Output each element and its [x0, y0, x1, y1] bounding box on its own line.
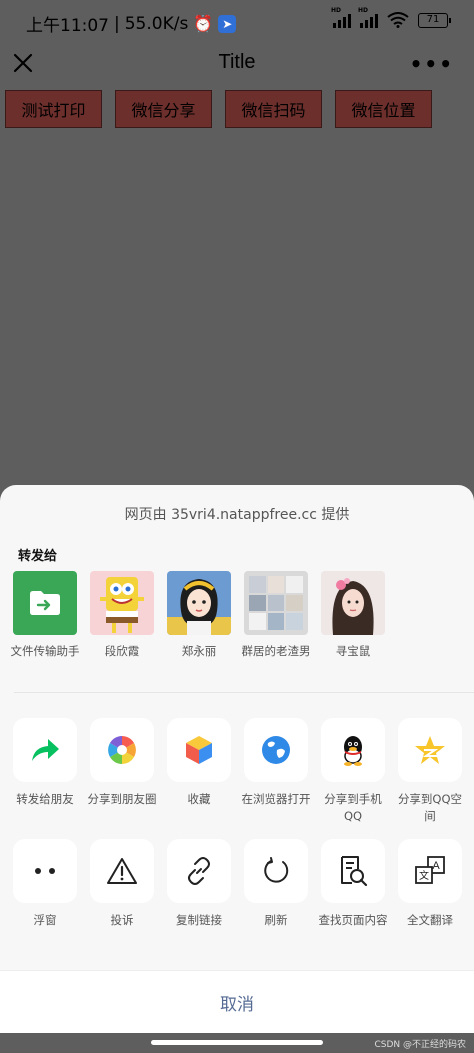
status-bar: 上午11:07 | 55.0K/s ⏰ ➤ HD HD 71 [0, 0, 474, 44]
browser-globe-icon [244, 718, 308, 782]
alarm-icon: ⏰ [193, 14, 214, 33]
action-label: 查找页面内容 [318, 913, 388, 927]
page-title: Title [218, 51, 256, 73]
avatar-girl-illustration [167, 571, 231, 635]
complain-action[interactable]: 投诉 [90, 839, 154, 929]
status-separator: | [114, 13, 120, 34]
contact-zheng[interactable]: 郑永丽 [167, 571, 231, 660]
cancel-button[interactable]: 取消 [0, 970, 474, 1033]
action-label: 在浏览器打开 [241, 792, 311, 806]
status-speed: 55.0K/s [124, 13, 189, 34]
app-notification-icon: ➤ [218, 14, 237, 33]
svg-text:A: A [432, 860, 440, 872]
share-to-qzone-action[interactable]: 分享到QQ空间 [398, 718, 462, 825]
watermark: CSDN @不正经的码农 [374, 1040, 466, 1050]
contact-name: 文件传输助手 [10, 644, 80, 658]
home-bar: CSDN @不正经的码农 [0, 1033, 474, 1053]
action-label: 分享到QQ空间 [397, 792, 463, 823]
actions-row-share: 转发给朋友 分享到朋友圈 收藏 在浏览器打开 分享到手机QQ 分享到QQ空间 [13, 718, 462, 825]
contact-name: 寻宝鼠 [335, 644, 371, 658]
contact-name: 段欣霞 [104, 644, 140, 658]
open-in-browser-action[interactable]: 在浏览器打开 [242, 718, 311, 825]
qq-penguin-icon [321, 718, 385, 782]
action-label: 刷新 [264, 913, 288, 927]
signal-hd-label: HD [331, 7, 342, 14]
forward-arrow-icon [13, 718, 77, 782]
avatar-group-grid [244, 571, 308, 635]
forward-title: 转发给 [18, 549, 58, 564]
favorites-cube-icon [167, 718, 231, 782]
qzone-star-icon [398, 718, 462, 782]
forward-to-friend-action[interactable]: 转发给朋友 [13, 718, 77, 825]
provider-text: 网页由 35vri4.natappfree.cc 提供 [124, 507, 350, 523]
cancel-label: 取消 [220, 994, 254, 1015]
share-to-moments-action[interactable]: 分享到朋友圈 [88, 718, 157, 825]
action-label: 复制链接 [176, 913, 222, 927]
action-label: 全文翻译 [407, 913, 453, 927]
action-label: 转发给朋友 [16, 792, 74, 806]
translate-icon: A 文 [398, 839, 462, 903]
warning-triangle-icon [90, 839, 154, 903]
favorites-action[interactable]: 收藏 [167, 718, 231, 825]
battery-icon: 71 [418, 12, 451, 28]
contact-file-transfer[interactable]: 文件传输助手 [11, 571, 80, 660]
refresh-action[interactable]: 刷新 [244, 839, 308, 929]
share-sheet: 网页由 35vri4.natappfree.cc 提供 转发给 文件传输助手 段… [0, 485, 474, 1033]
float-window-icon [13, 839, 77, 903]
folder-arrow-icon [13, 571, 77, 635]
wechat-share-button[interactable]: 微信分享 [115, 90, 212, 128]
search-document-icon [321, 839, 385, 903]
refresh-icon [244, 839, 308, 903]
page-buttons: 测试打印 微信分享 微信扫码 微信位置 [5, 90, 432, 128]
signal-hd-label-2: HD [358, 7, 369, 14]
action-label: 分享到朋友圈 [87, 792, 157, 806]
find-in-page-action[interactable]: 查找页面内容 [319, 839, 388, 929]
copy-link-action[interactable]: 复制链接 [167, 839, 231, 929]
status-left: 上午11:07 | 55.0K/s ⏰ ➤ [26, 11, 237, 36]
float-window-action[interactable]: 浮窗 [13, 839, 77, 929]
action-label: 分享到手机QQ [324, 792, 382, 823]
signal-icon-2: HD [358, 7, 378, 28]
status-time: 上午11:07 [26, 16, 109, 36]
actions-row-tools: 浮窗 投诉 复制链接 刷新 查找页面内容 A 文 全文翻译 [13, 839, 462, 929]
test-print-button[interactable]: 测试打印 [5, 90, 102, 128]
contact-group[interactable]: 群居的老渣男 [242, 571, 311, 660]
wechat-scan-button[interactable]: 微信扫码 [225, 90, 322, 128]
wechat-location-button[interactable]: 微信位置 [335, 90, 432, 128]
contact-duan[interactable]: 段欣霞 [90, 571, 154, 660]
battery-level: 71 [426, 13, 440, 25]
more-menu-icon[interactable]: ••• [410, 52, 454, 76]
translate-action[interactable]: A 文 全文翻译 [398, 839, 462, 929]
avatar-cartoon [90, 571, 154, 635]
home-indicator[interactable] [151, 1040, 323, 1045]
status-right: HD HD 71 [331, 7, 451, 28]
moments-aperture-icon [90, 718, 154, 782]
contact-name: 郑永丽 [181, 644, 217, 658]
action-label: 浮窗 [33, 913, 57, 927]
action-label: 投诉 [110, 913, 134, 927]
contact-xunbaoshu[interactable]: 寻宝鼠 [321, 571, 385, 660]
action-label: 收藏 [187, 792, 211, 806]
link-icon [167, 839, 231, 903]
share-to-qq-action[interactable]: 分享到手机QQ [321, 718, 385, 825]
navbar: Title ••• [0, 44, 474, 84]
svg-text:文: 文 [419, 869, 429, 882]
contact-name: 群居的老渣男 [241, 644, 311, 658]
signal-icon: HD [331, 7, 351, 28]
divider [14, 692, 474, 693]
wifi-icon [387, 12, 409, 28]
avatar-photo [321, 571, 385, 635]
contact-list: 文件传输助手 段欣霞 郑永丽 群居的老渣男 寻宝鼠 [11, 571, 385, 660]
